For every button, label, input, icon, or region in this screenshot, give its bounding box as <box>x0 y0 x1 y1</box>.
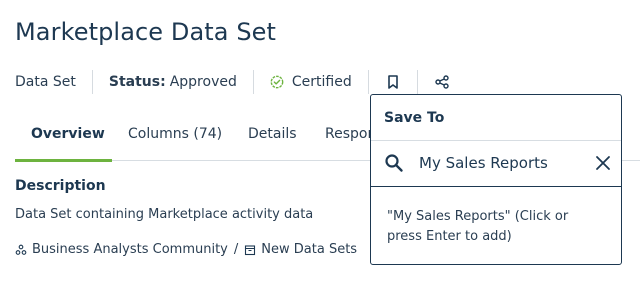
share-button[interactable] <box>434 74 450 90</box>
divider <box>91 70 93 94</box>
breadcrumb-separator: / <box>233 242 239 257</box>
asset-type: Data Set <box>15 74 76 90</box>
breadcrumb-community[interactable]: Business Analysts Community <box>32 242 228 257</box>
divider <box>416 70 418 94</box>
status-value: Approved <box>169 74 237 90</box>
check-circle-icon <box>270 75 284 89</box>
folder-icon <box>245 244 256 255</box>
status: Status: Approved <box>109 74 237 90</box>
community-icon <box>15 244 27 255</box>
tab-overview[interactable]: Overview <box>31 126 105 142</box>
close-icon[interactable] <box>595 155 611 171</box>
certified-badge: Certified <box>270 74 352 90</box>
description-text: Data Set containing Marketplace activity… <box>15 207 314 222</box>
tab-columns[interactable]: Columns (74) <box>128 126 222 142</box>
popup-title: Save To <box>384 110 445 126</box>
share-icon <box>435 75 449 89</box>
bookmark-icon <box>387 75 398 89</box>
active-tab-indicator <box>15 159 112 162</box>
search-row <box>371 141 621 187</box>
tab-responsibilities[interactable]: Respor <box>325 126 373 142</box>
status-label: Status: <box>108 74 166 90</box>
save-to-popup: Save To "My Sales Reports" (Click or pre… <box>370 94 622 265</box>
page-title: Marketplace Data Set <box>15 18 277 46</box>
divider <box>367 70 369 94</box>
breadcrumb: Business Analysts Community / New Data S… <box>15 242 357 257</box>
add-suggestion[interactable]: "My Sales Reports" (Click or press Enter… <box>387 207 602 247</box>
search-input[interactable] <box>419 151 579 175</box>
divider <box>252 70 254 94</box>
tab-details[interactable]: Details <box>248 126 297 142</box>
certified-label: Certified <box>291 74 352 90</box>
bookmark-button[interactable] <box>385 74 401 90</box>
meta-bar: Data Set Status: Approved Certified <box>15 70 450 94</box>
description-label: Description <box>15 178 106 194</box>
breadcrumb-folder[interactable]: New Data Sets <box>261 242 357 257</box>
search-icon <box>385 154 403 172</box>
